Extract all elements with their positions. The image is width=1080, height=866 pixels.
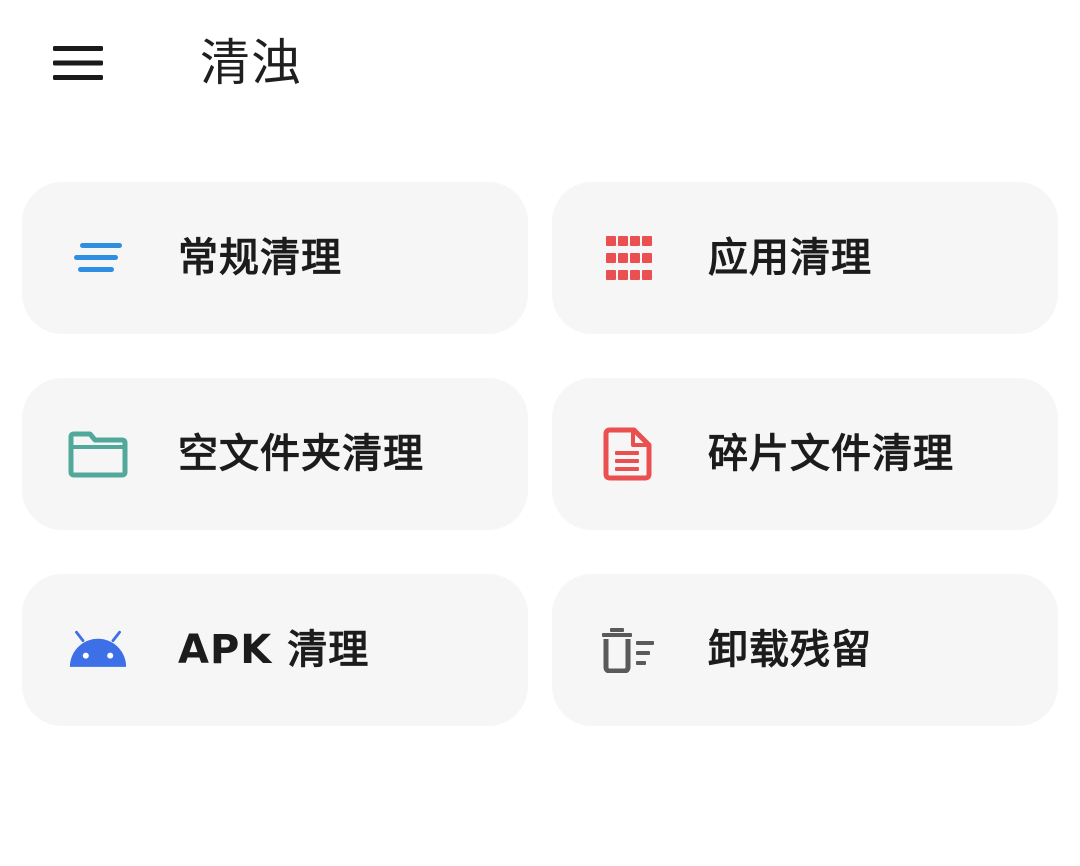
card-label: 常规清理 [178,235,342,281]
card-label: 空文件夹清理 [178,431,424,477]
grid-icon [598,228,658,288]
card-empty-folder-cleanup[interactable]: 空文件夹清理 [22,378,528,530]
hamburger-menu-icon [53,46,103,80]
card-general-cleanup[interactable]: 常规清理 [22,182,528,334]
card-label: APK 清理 [178,627,370,673]
card-apk-cleanup[interactable]: APK 清理 [22,574,528,726]
card-fragment-file-cleanup[interactable]: 碎片文件清理 [552,378,1058,530]
card-uninstall-residue-cleanup[interactable]: 卸载残留 [552,574,1058,726]
cleanup-grid: 常规清理 应用清理 空文件夹清理 碎片文件清理 APK 清理 卸载残留 [22,182,1058,726]
folder-icon [68,424,128,484]
card-label: 卸载残留 [708,627,872,673]
lines-icon [68,228,128,288]
card-label: 应用清理 [708,235,872,281]
trash-list-icon [598,620,658,680]
page-title: 清浊 [200,34,302,92]
menu-button[interactable] [40,30,116,96]
card-app-cleanup[interactable]: 应用清理 [552,182,1058,334]
app-bar: 清浊 [0,0,1080,130]
card-label: 碎片文件清理 [708,431,954,477]
android-icon [68,620,128,680]
document-icon [598,424,658,484]
